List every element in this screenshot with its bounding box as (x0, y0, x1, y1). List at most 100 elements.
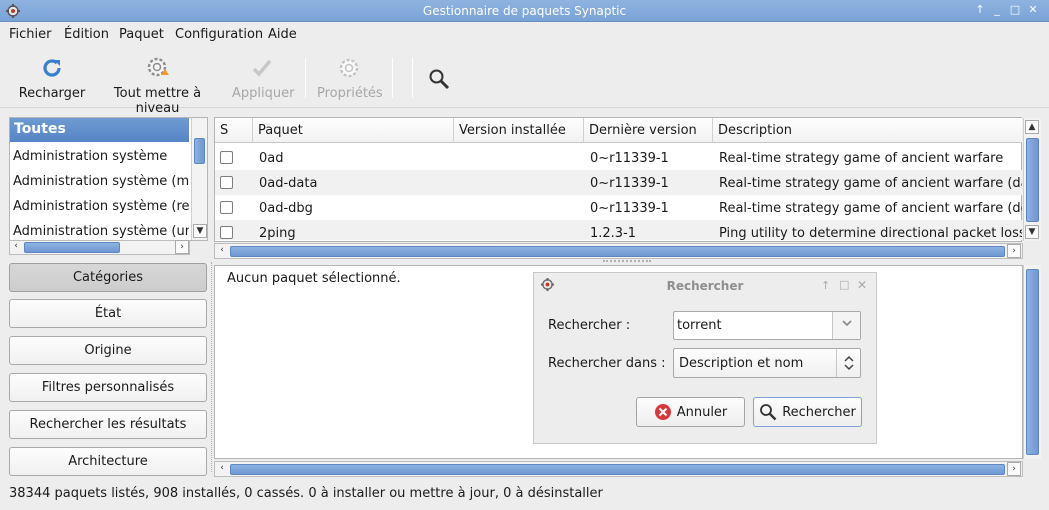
keep-above-icon[interactable]: ↑ (973, 3, 987, 17)
filter-custom-button[interactable]: Filtres personnalisés (9, 373, 207, 402)
table-row[interactable]: 0ad-data 0~r11339-1 Real-time strategy g… (215, 170, 1022, 195)
properties-button[interactable]: Propriétés (317, 54, 383, 101)
scroll-thumb[interactable] (194, 138, 205, 164)
scroll-up-arrow[interactable]: ▲ (1025, 120, 1039, 134)
latest-version: 0~r11339-1 (590, 176, 669, 191)
reload-label: Recharger (18, 86, 86, 101)
scroll-left-arrow[interactable]: ‹ (9, 240, 23, 254)
scroll-right-arrow[interactable]: › (1007, 462, 1021, 476)
window-title: Gestionnaire de paquets Synaptic (422, 4, 627, 18)
toolbar-separator (305, 58, 306, 98)
search-submit-button[interactable]: Rechercher (753, 397, 862, 427)
package-description: Real-time strategy game of ancient warfa… (719, 151, 1004, 166)
apply-label: Appliquer (232, 86, 295, 101)
scroll-right-arrow[interactable]: › (1007, 244, 1021, 258)
scroll-thumb[interactable] (230, 246, 1005, 257)
menu-paquet[interactable]: Paquet (119, 27, 164, 42)
scroll-thumb[interactable] (1026, 138, 1039, 222)
details-vscrollbar[interactable] (1023, 265, 1041, 459)
details-text: Aucun paquet sélectionné. (227, 271, 401, 286)
table-vscrollbar[interactable]: ▲ ▼ (1023, 118, 1041, 241)
column-package[interactable]: Paquet (253, 118, 454, 143)
filter-status-button[interactable]: État (9, 299, 207, 328)
filter-search-results-button[interactable]: Rechercher les résultats (9, 410, 207, 439)
pane-splitter[interactable] (211, 262, 213, 472)
table-row[interactable]: 0ad-dbg 0~r11339-1 Real-time strategy ga… (215, 195, 1022, 220)
package-checkbox[interactable] (220, 151, 233, 164)
package-name: 0ad-dbg (259, 201, 313, 216)
updown-arrows-icon (836, 349, 860, 377)
search-submit-label: Rechercher (782, 404, 856, 420)
package-checkbox[interactable] (220, 226, 233, 239)
toolbar-separator (392, 58, 393, 98)
category-header-all[interactable]: Toutes (10, 118, 189, 142)
status-bar: 38344 paquets listés, 908 installés, 0 c… (9, 486, 603, 501)
filter-architecture-button[interactable]: Architecture (9, 447, 207, 476)
column-latest-version[interactable]: Dernière version (584, 118, 713, 143)
category-item[interactable]: Administration système (13, 149, 189, 164)
minimize-icon[interactable]: _ (990, 3, 1004, 17)
filter-origin-button[interactable]: Origine (9, 336, 207, 365)
table-hscrollbar[interactable]: ‹ › (214, 243, 1023, 259)
scroll-thumb[interactable] (1026, 269, 1039, 455)
package-description: Real-time strategy game of ancient warfa… (719, 176, 1022, 191)
scroll-left-arrow[interactable]: ‹ (215, 462, 229, 476)
close-icon[interactable]: ✕ (1026, 3, 1040, 17)
upgrade-gear-icon (147, 57, 169, 77)
scroll-left-arrow[interactable]: ‹ (215, 244, 229, 258)
properties-label: Propriétés (317, 86, 383, 101)
scroll-right-arrow[interactable]: › (175, 240, 189, 254)
category-hscrollbar[interactable]: ‹ › (9, 240, 190, 255)
upgrade-all-button[interactable]: Tout mettre à niveau (95, 54, 220, 116)
package-name: 0ad (259, 151, 284, 166)
latest-version: 1.2.3-1 (590, 226, 637, 240)
package-checkbox[interactable] (220, 176, 233, 189)
dialog-keep-above-icon[interactable]: ↑ (821, 279, 830, 292)
menu-edition[interactable]: Édition (64, 27, 109, 42)
title-bar: Gestionnaire de paquets Synaptic ↑ _ □ ✕ (0, 0, 1049, 22)
scroll-down-arrow[interactable]: ▼ (193, 224, 207, 238)
search-icon (760, 404, 777, 421)
scroll-thumb[interactable] (230, 464, 1005, 475)
package-checkbox[interactable] (220, 201, 233, 214)
properties-gear-icon (339, 58, 359, 78)
menu-bar: Fichier Édition Paquet Configuration Aid… (0, 22, 1049, 46)
search-label: Rechercher : (548, 318, 631, 333)
cancel-label: Annuler (676, 404, 728, 420)
column-installed-version[interactable]: Version installée (454, 118, 584, 143)
search-button[interactable] (426, 54, 452, 104)
search-in-value: Description et nom (679, 356, 804, 371)
maximize-icon[interactable]: □ (1008, 3, 1022, 17)
details-hscrollbar[interactable]: ‹ › (214, 461, 1023, 477)
scroll-thumb[interactable] (24, 242, 120, 253)
cancel-button[interactable]: Annuler (636, 397, 745, 427)
menu-fichier[interactable]: Fichier (9, 27, 52, 42)
table-row[interactable]: 0ad 0~r11339-1 Real-time strategy game o… (215, 145, 1022, 170)
search-dialog: Rechercher ↑ □ ✕ Rechercher : torrent Re… (533, 272, 877, 444)
category-item[interactable]: Administration système (restri (13, 199, 189, 214)
filter-categories-button[interactable]: Catégories (9, 263, 207, 292)
checkmark-icon (252, 59, 272, 77)
category-item[interactable]: Administration système (unive (13, 224, 189, 239)
apply-button[interactable]: Appliquer (232, 54, 295, 101)
reload-icon (43, 59, 61, 77)
reload-button[interactable]: Recharger (18, 54, 86, 101)
menu-configuration[interactable]: Configuration (175, 27, 263, 42)
column-description[interactable]: Description (713, 118, 1022, 143)
search-input[interactable]: torrent (677, 318, 722, 333)
dialog-close-icon[interactable]: ✕ (857, 278, 867, 292)
column-status[interactable]: S (215, 118, 253, 143)
search-combobox[interactable]: torrent (673, 311, 861, 340)
table-row[interactable]: 2ping 1.2.3-1 Ping utility to determine … (215, 220, 1022, 240)
menu-aide[interactable]: Aide (268, 27, 297, 42)
pane-splitter[interactable] (603, 260, 651, 264)
dialog-maximize-icon[interactable]: □ (839, 278, 849, 291)
upgrade-all-label: Tout mettre à niveau (113, 86, 202, 116)
search-icon (429, 69, 450, 90)
category-vscrollbar[interactable]: ▼ (191, 118, 207, 240)
search-in-select[interactable]: Description et nom (673, 348, 861, 378)
category-item[interactable]: Administration système (multiv (13, 174, 189, 189)
scroll-down-arrow[interactable]: ▼ (1025, 225, 1039, 239)
chevron-down-icon[interactable] (832, 312, 860, 339)
latest-version: 0~r11339-1 (590, 201, 669, 216)
